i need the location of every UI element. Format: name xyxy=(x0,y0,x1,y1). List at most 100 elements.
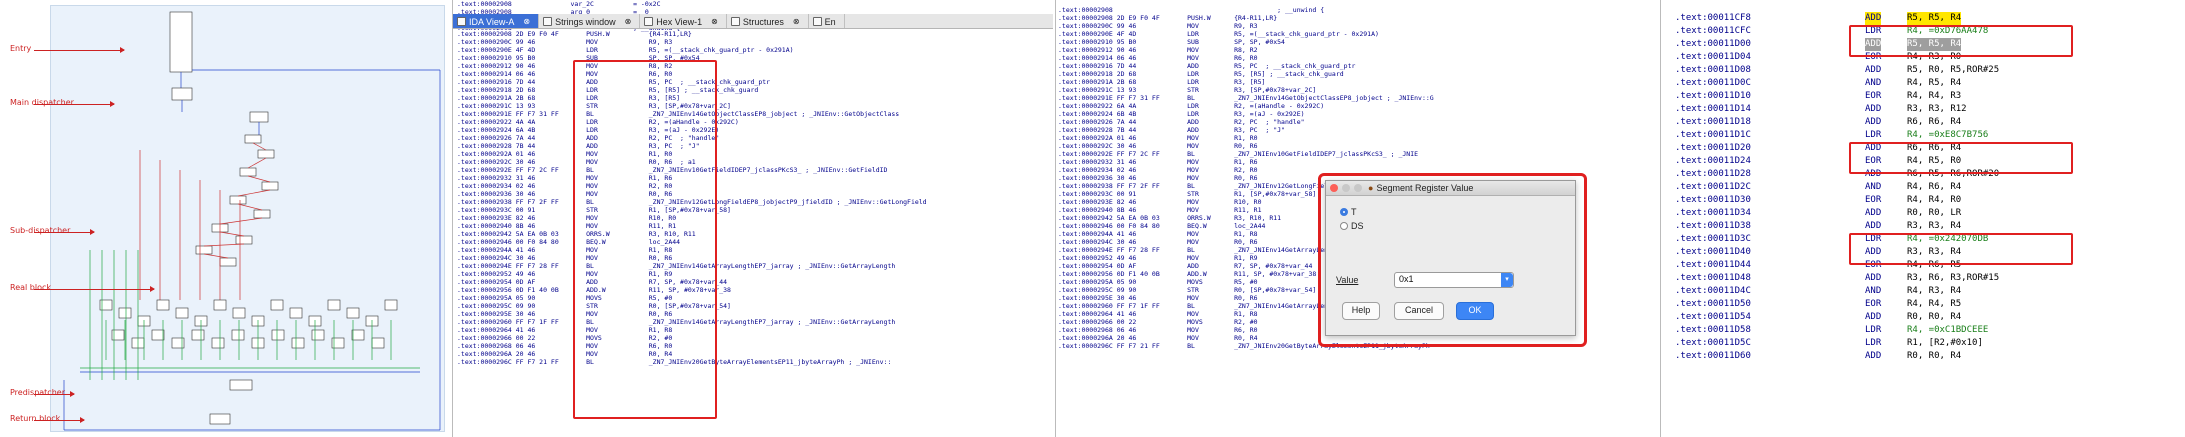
radio-t-indicator[interactable] xyxy=(1340,208,1348,216)
cfg-node-icon[interactable] xyxy=(156,299,170,311)
row-address: .text:00011D34 xyxy=(1675,208,1751,218)
cfg-node-icon[interactable] xyxy=(211,337,225,349)
code-line[interactable]: .text:0000291E FF F7 31 FF BL _ZN7_JNIEn… xyxy=(1058,94,1438,102)
code-line[interactable]: .text:00002922 6A 4A LDR R2, =(aHandle -… xyxy=(1058,102,1438,110)
close-tab-icon[interactable]: ⊗ xyxy=(711,17,718,26)
code-line[interactable]: .text:00002908 2D E9 F0 4F PUSH.W {R4-R1… xyxy=(457,30,927,38)
code-line[interactable]: .text:00002912 90 46 MOV R8, R2 xyxy=(1058,46,1438,54)
code-line[interactable]: .text:00002908 ; __unwind { xyxy=(1058,6,1438,14)
listing-row[interactable]: .text:00011D14 ADD R3, R3, R12 xyxy=(1675,103,2175,116)
listing-row[interactable]: .text:00011D0C AND R4, R5, R4 xyxy=(1675,77,2175,90)
listing-row[interactable]: .text:00011D18 ADD R6, R6, R4 xyxy=(1675,116,2175,129)
cfg-node-icon[interactable] xyxy=(371,337,385,349)
code-line[interactable]: .text:0000290E 4F 4D LDR R5, =(__stack_c… xyxy=(1058,30,1438,38)
listing-row[interactable]: .text:00011D38 ADD R3, R3, R4 xyxy=(1675,220,2175,233)
cfg-node-icon[interactable] xyxy=(257,149,275,159)
cfg-node-icon[interactable] xyxy=(346,307,360,319)
cfg-node-icon[interactable] xyxy=(209,413,231,425)
cfg-node-icon[interactable] xyxy=(253,209,271,219)
row-mnemonic: EOR xyxy=(1865,91,1882,101)
cancel-button[interactable]: Cancel xyxy=(1394,302,1444,320)
minimize-window-icon[interactable] xyxy=(1342,184,1350,192)
listing-row[interactable]: .text:00011CF8 ADD R5, R5, R4 xyxy=(1675,12,2175,25)
help-button[interactable]: Help xyxy=(1342,302,1380,320)
code-line[interactable]: .text:00002914 06 46 MOV R6, R0 xyxy=(1058,54,1438,62)
value-combobox[interactable]: 0x1 ▾ xyxy=(1394,272,1514,288)
close-window-icon[interactable] xyxy=(1330,184,1338,192)
listing-row[interactable]: .text:00011D54 ADD R0, R0, R4 xyxy=(1675,311,2175,324)
listing-row[interactable]: .text:00011D4C AND R4, R3, R4 xyxy=(1675,285,2175,298)
label-predispatcher: Predispatcher xyxy=(10,388,65,397)
code-line[interactable]: .text:00002916 7D 44 ADD R5, PC ; __stac… xyxy=(1058,62,1438,70)
code-line[interactable]: .text:0000292C 30 46 MOV R0, R6 xyxy=(1058,142,1438,150)
cfg-node-icon[interactable] xyxy=(232,307,246,319)
cfg-node-icon[interactable] xyxy=(249,111,269,123)
listing-row[interactable]: .text:00011D5C LDR R1, [R2,#0x10] xyxy=(1675,337,2175,350)
tab-hex-view-1[interactable]: Hex View-1 ⊗ xyxy=(640,14,727,28)
tab-en[interactable]: En xyxy=(809,14,845,28)
cfg-node-icon[interactable] xyxy=(311,329,325,341)
code-line[interactable]: .text:00002926 7A 44 ADD R2, PC ; "handl… xyxy=(1058,118,1438,126)
listing-row[interactable]: .text:00011D34 ADD R0, R0, LR xyxy=(1675,207,2175,220)
cfg-node-icon[interactable] xyxy=(191,329,205,341)
cfg-node-icon[interactable] xyxy=(169,11,193,73)
row-operands: R4, R4, R5 xyxy=(1907,299,1962,309)
cfg-node-icon[interactable] xyxy=(244,134,262,144)
listing-row[interactable]: .text:00011D58 LDR R4, =0xC1BDCEEE xyxy=(1675,324,2175,337)
cfg-node-icon[interactable] xyxy=(195,245,213,255)
close-tab-icon[interactable]: ⊗ xyxy=(793,17,800,26)
tab-ida-view-a[interactable]: IDA View-A ⊗ xyxy=(453,14,540,28)
cfg-node-icon[interactable] xyxy=(219,257,237,267)
code-line[interactable]: .text:0000292A 01 46 MOV R1, R0 xyxy=(1058,134,1438,142)
ok-button[interactable]: OK xyxy=(1456,302,1494,320)
code-line[interactable]: .text:00002932 31 46 MOV R1, R6 xyxy=(1058,158,1438,166)
dropdown-arrow-icon[interactable]: ▾ xyxy=(1501,273,1513,287)
cfg-node-icon[interactable] xyxy=(261,181,279,191)
radio-ds-indicator[interactable] xyxy=(1340,222,1348,230)
cfg-node-icon[interactable] xyxy=(270,299,284,311)
cfg-node-icon[interactable] xyxy=(384,299,398,311)
listing-row[interactable]: .text:00011D50 EOR R4, R4, R5 xyxy=(1675,298,2175,311)
cfg-node-icon[interactable] xyxy=(151,329,165,341)
code-line[interactable]: .text:0000290E 4F 4D LDR R5, =(__stack_c… xyxy=(457,46,927,54)
code-line[interactable]: .text:0000291A 2B 68 LDR R3, [R5] xyxy=(1058,78,1438,86)
cfg-node-icon[interactable] xyxy=(175,307,189,319)
cfg-node-icon[interactable] xyxy=(213,299,227,311)
cfg-node-icon[interactable] xyxy=(327,299,341,311)
tab-structures[interactable]: Structures ⊗ xyxy=(727,14,809,28)
listing-row[interactable]: .text:00011D48 ADD R3, R6, R3,ROR#15 xyxy=(1675,272,2175,285)
cfg-node-icon[interactable] xyxy=(171,87,193,101)
cfg-node-icon[interactable] xyxy=(231,329,245,341)
row-mnemonic: ADD xyxy=(1865,208,1882,218)
radio-ds[interactable]: DS xyxy=(1340,221,1364,231)
listing-row[interactable]: .text:00011D10 EOR R4, R4, R3 xyxy=(1675,90,2175,103)
code-line[interactable]: .text:00002924 6B 4B LDR R3, =(aJ - 0x29… xyxy=(1058,110,1438,118)
code-line[interactable]: .text:0000291C 13 93 STR R3, [SP,#0x78+v… xyxy=(1058,86,1438,94)
cfg-node-icon[interactable] xyxy=(118,307,132,319)
cfg-node-icon[interactable] xyxy=(351,329,365,341)
code-line[interactable]: .text:00002910 95 B0 SUB SP, SP, #0x54 xyxy=(1058,38,1438,46)
code-line[interactable]: .text:0000290C 99 46 MOV R9, R3 xyxy=(457,38,927,46)
cfg-node-icon[interactable] xyxy=(291,337,305,349)
zoom-window-icon[interactable] xyxy=(1354,184,1362,192)
listing-row[interactable]: .text:00011D2C AND R4, R6, R4 xyxy=(1675,181,2175,194)
close-tab-icon[interactable]: ⊗ xyxy=(625,17,632,26)
listing-row[interactable]: .text:00011D30 EOR R4, R4, R0 xyxy=(1675,194,2175,207)
close-tab-icon[interactable]: ⊗ xyxy=(523,17,530,26)
cfg-node-icon[interactable] xyxy=(289,307,303,319)
listing-row[interactable]: .text:00011D60 ADD R0, R0, R4 xyxy=(1675,350,2175,363)
cfg-node-icon[interactable] xyxy=(239,167,257,177)
code-line[interactable]: .text:00002918 2D 68 LDR R5, [R5] ; __st… xyxy=(1058,70,1438,78)
code-line[interactable]: .text:00002928 7B 44 ADD R3, PC ; "J" xyxy=(1058,126,1438,134)
code-line[interactable]: .text:0000292E FF F7 2C FF BL _ZN7_JNIEn… xyxy=(1058,150,1438,158)
listing-row[interactable]: .text:00011D08 ADD R5, R0, R5,ROR#25 xyxy=(1675,64,2175,77)
code-line[interactable]: .text:0000290C 99 46 MOV R9, R3 xyxy=(1058,22,1438,30)
cfg-node-icon[interactable] xyxy=(235,235,253,245)
radio-t[interactable]: T xyxy=(1340,207,1357,217)
cfg-node-icon[interactable] xyxy=(229,379,253,391)
tab-strings-window[interactable]: Strings window ⊗ xyxy=(539,14,641,28)
cfg-node-icon[interactable] xyxy=(271,329,285,341)
cfg-node-icon[interactable] xyxy=(229,195,247,205)
listing-row[interactable]: .text:00011D1C LDR R4, =0xE8C7B756 xyxy=(1675,129,2175,142)
code-line[interactable]: .text:00002908 2D E9 F0 4F PUSH.W {R4-R1… xyxy=(1058,14,1438,22)
